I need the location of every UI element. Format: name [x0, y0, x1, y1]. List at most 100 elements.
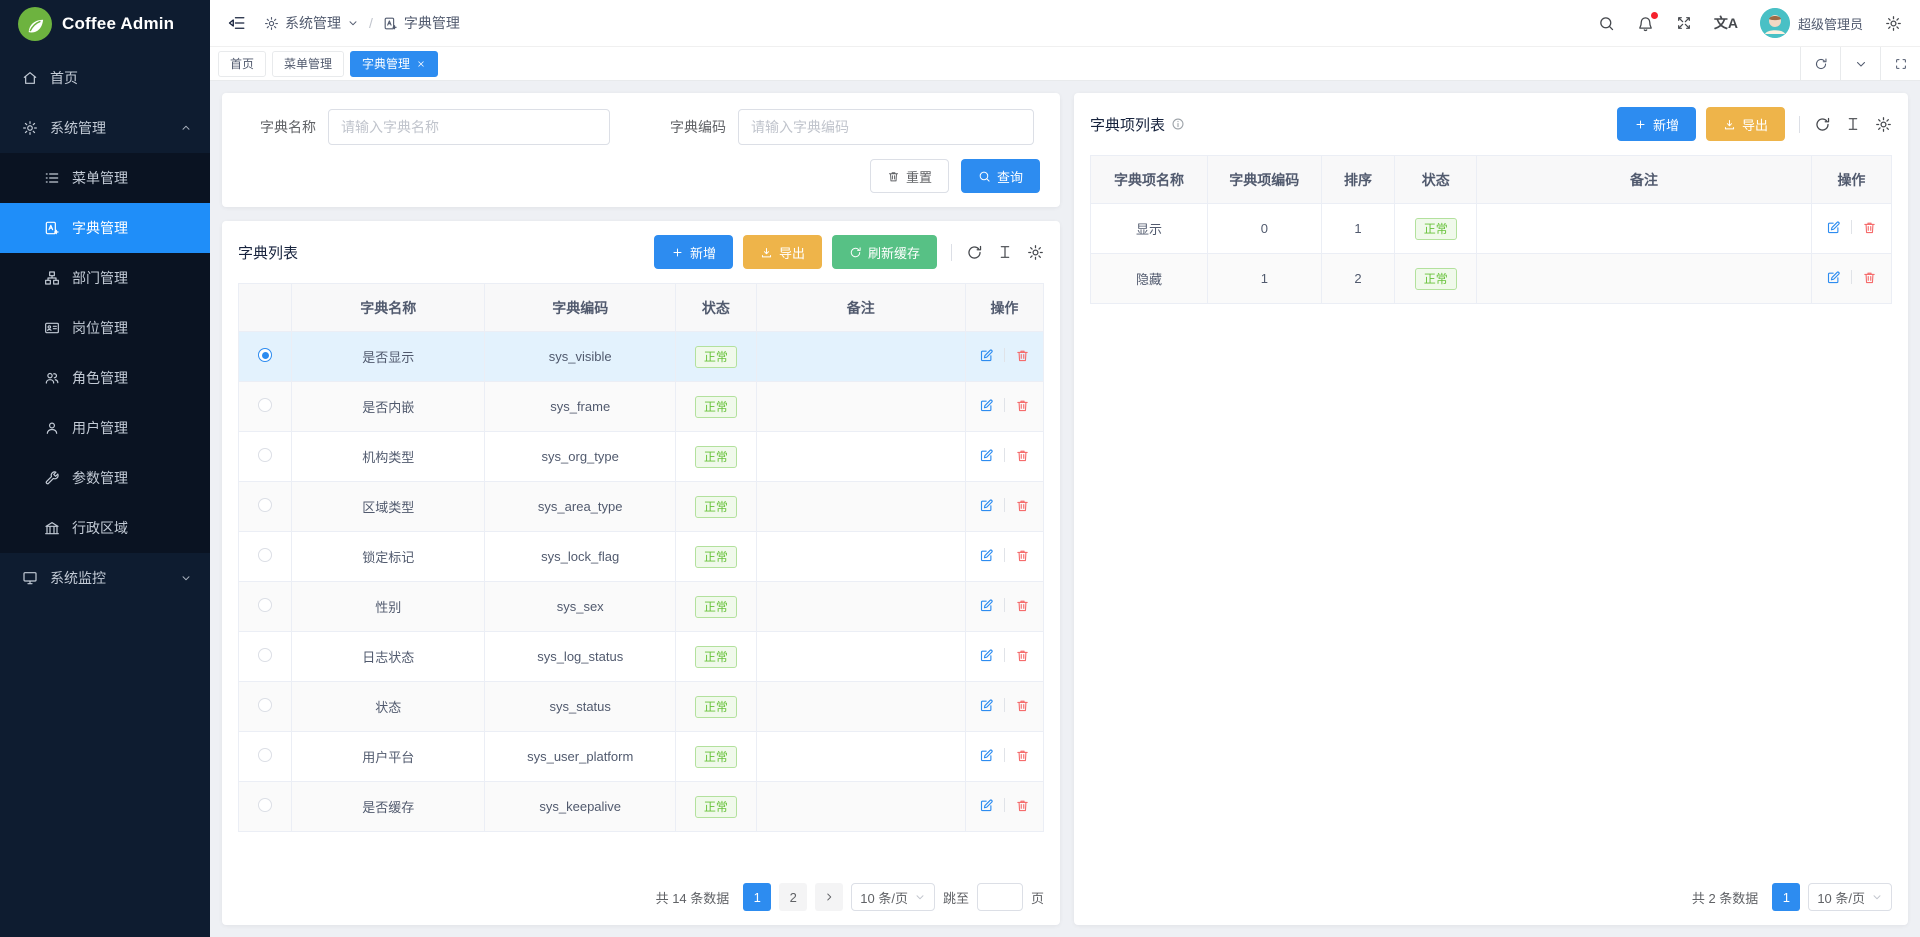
page-size-select[interactable]: 10 条/页 — [1808, 883, 1892, 911]
page-button-1[interactable]: 1 — [1772, 883, 1800, 911]
dict-table-settings-button[interactable] — [1027, 244, 1044, 261]
dict-code-cell: sys_frame — [485, 382, 676, 432]
sidebar-item-role[interactable]: 角色管理 — [0, 353, 210, 403]
table-row: 性别sys_sex正常 — [239, 582, 1044, 632]
delete-icon[interactable] — [1015, 598, 1030, 613]
sidebar-item-dict[interactable]: 字典管理 — [0, 203, 210, 253]
row-radio[interactable] — [258, 648, 272, 662]
column-header: 排序 — [1321, 156, 1395, 204]
edit-icon[interactable] — [979, 648, 994, 663]
column-header: 备注 — [756, 284, 965, 332]
sidebar-item-system[interactable]: 系统管理 — [0, 103, 210, 153]
settings-button[interactable] — [1885, 15, 1902, 32]
delete-icon[interactable] — [1015, 348, 1030, 363]
delete-icon[interactable] — [1015, 398, 1030, 413]
sidebar-item-post[interactable]: 岗位管理 — [0, 303, 210, 353]
item-table-settings-button[interactable] — [1875, 116, 1892, 133]
edit-icon[interactable] — [979, 798, 994, 813]
column-header: 字典编码 — [485, 284, 676, 332]
edit-icon[interactable] — [979, 348, 994, 363]
page-button-1[interactable]: 1 — [743, 883, 771, 911]
row-radio[interactable] — [258, 748, 272, 762]
edit-icon[interactable] — [979, 548, 994, 563]
dict-table-refresh-button[interactable] — [966, 244, 983, 261]
breadcrumb-item-system[interactable]: 系统管理 — [264, 13, 359, 33]
tab-maximize-button[interactable] — [1880, 47, 1920, 80]
page-size-select[interactable]: 10 条/页 — [851, 883, 935, 911]
search-button[interactable] — [1598, 15, 1615, 32]
next-page-button[interactable] — [815, 883, 843, 911]
logo[interactable]: Coffee Admin — [0, 0, 210, 47]
topbar: 系统管理 / 字典管理 文A 超级管理员 — [210, 0, 1920, 47]
sidebar-item-region[interactable]: 行政区域 — [0, 503, 210, 553]
status-badge: 正常 — [695, 746, 737, 768]
sidebar-item-menu[interactable]: 菜单管理 — [0, 153, 210, 203]
item-table-density-button[interactable] — [1845, 116, 1861, 132]
translate-button[interactable]: 文A — [1714, 13, 1738, 33]
fullscreen-button[interactable] — [1676, 15, 1692, 31]
edit-icon[interactable] — [979, 598, 994, 613]
table-row: 是否缓存sys_keepalive正常 — [239, 782, 1044, 832]
tab-refresh-button[interactable] — [1800, 47, 1840, 80]
dict-refresh-cache-button[interactable]: 刷新缓存 — [832, 235, 937, 269]
tab-home[interactable]: 首页 — [218, 51, 266, 77]
delete-icon[interactable] — [1015, 498, 1030, 513]
delete-icon[interactable] — [1015, 748, 1030, 763]
sidebar-item-dept[interactable]: 部门管理 — [0, 253, 210, 303]
page-button-2[interactable]: 2 — [779, 883, 807, 911]
sidebar-item-monitor[interactable]: 系统监控 — [0, 553, 210, 603]
row-radio[interactable] — [258, 448, 272, 462]
dict-code-cell: sys_user_platform — [485, 732, 676, 782]
edit-icon[interactable] — [1826, 270, 1841, 285]
status-badge: 正常 — [1415, 268, 1457, 290]
item-export-button[interactable]: 导出 — [1706, 107, 1785, 141]
row-radio[interactable] — [258, 698, 272, 712]
dict-name-input[interactable] — [328, 109, 610, 145]
edit-icon[interactable] — [979, 498, 994, 513]
delete-icon[interactable] — [1015, 698, 1030, 713]
edit-icon[interactable] — [979, 398, 994, 413]
delete-icon[interactable] — [1015, 648, 1030, 663]
row-radio[interactable] — [258, 398, 272, 412]
breadcrumb-item-dict[interactable]: 字典管理 — [383, 13, 460, 33]
dict-list-title: 字典列表 — [238, 242, 298, 263]
row-radio[interactable] — [258, 798, 272, 812]
dict-export-button[interactable]: 导出 — [743, 235, 822, 269]
row-radio[interactable] — [258, 548, 272, 562]
edit-icon[interactable] — [979, 448, 994, 463]
item-add-button[interactable]: 新增 — [1617, 107, 1696, 141]
delete-icon[interactable] — [1015, 448, 1030, 463]
query-button[interactable]: 查询 — [961, 159, 1040, 193]
tab-dropdown-button[interactable] — [1840, 47, 1880, 80]
sidebar-item-param[interactable]: 参数管理 — [0, 453, 210, 503]
breadcrumb: 系统管理 / 字典管理 — [264, 13, 460, 33]
delete-icon[interactable] — [1015, 548, 1030, 563]
breadcrumb-label: 系统管理 — [285, 13, 341, 33]
sidebar-item-user[interactable]: 用户管理 — [0, 403, 210, 453]
delete-icon[interactable] — [1862, 220, 1877, 235]
row-radio[interactable] — [258, 598, 272, 612]
row-radio[interactable] — [258, 348, 272, 362]
status-badge: 正常 — [695, 496, 737, 518]
dict-table-density-button[interactable] — [997, 244, 1013, 260]
notification-button[interactable] — [1637, 15, 1654, 32]
jump-page-input[interactable] — [977, 883, 1023, 911]
user-menu[interactable]: 超级管理员 — [1760, 8, 1863, 38]
collapse-sidebar-button[interactable] — [228, 14, 246, 32]
delete-icon[interactable] — [1015, 798, 1030, 813]
row-radio[interactable] — [258, 498, 272, 512]
dict-code-cell: sys_lock_flag — [485, 532, 676, 582]
remark-cell — [756, 782, 965, 832]
tab-menu[interactable]: 菜单管理 — [272, 51, 344, 77]
edit-icon[interactable] — [979, 748, 994, 763]
dict-add-button[interactable]: 新增 — [654, 235, 733, 269]
sidebar-item-home[interactable]: 首页 — [0, 53, 210, 103]
delete-icon[interactable] — [1862, 270, 1877, 285]
dict-code-input[interactable] — [738, 109, 1034, 145]
reset-button[interactable]: 重置 — [870, 159, 949, 193]
edit-icon[interactable] — [1826, 220, 1841, 235]
item-table-refresh-button[interactable] — [1814, 116, 1831, 133]
close-icon[interactable] — [416, 59, 426, 69]
edit-icon[interactable] — [979, 698, 994, 713]
tab-dict[interactable]: 字典管理 — [350, 51, 438, 77]
